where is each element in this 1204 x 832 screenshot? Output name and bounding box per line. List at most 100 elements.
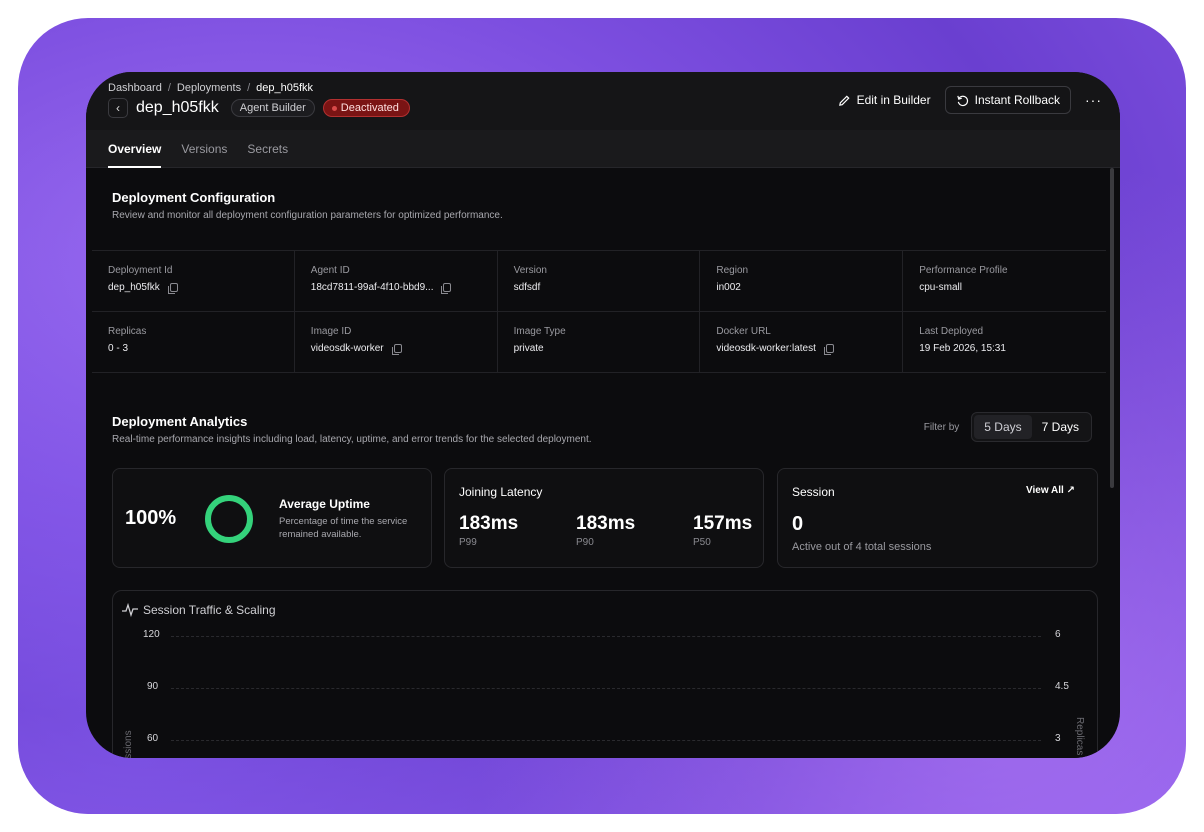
config-value: in002	[716, 282, 741, 293]
y-tick-label: 120	[143, 629, 160, 640]
y-tick-label: 90	[147, 681, 159, 692]
config-label: Image Type	[513, 326, 566, 337]
y2-axis-title: Replicas	[1074, 717, 1085, 756]
copy-icon[interactable]	[823, 344, 834, 355]
breadcrumb-current: dep_h05fkk	[256, 82, 314, 94]
analytics-title: Deployment Analytics	[112, 414, 248, 429]
copy-icon[interactable]	[441, 283, 452, 294]
copy-icon[interactable]	[391, 344, 402, 355]
gridline	[171, 636, 1041, 637]
arrow-up-right-icon: ↗	[1066, 485, 1075, 496]
tab-bar: Overview Versions Secrets	[86, 130, 1120, 168]
breadcrumb: Dashboard / Deployments / dep_h05fkk	[108, 82, 313, 94]
breadcrumb-separator: /	[247, 82, 251, 94]
activity-icon	[122, 602, 138, 618]
latency-p50: 157ms P50	[693, 513, 752, 548]
breadcrumb-separator: /	[167, 82, 171, 94]
status-badge: Deactivated	[322, 99, 410, 117]
config-value: private	[513, 343, 544, 354]
config-row-1: Deployment Id dep_h05fkk Agent ID 18cd7811…	[92, 251, 1106, 311]
latency-p90: 183ms P90	[576, 513, 635, 548]
config-value: videosdk-worker:latest	[716, 343, 816, 354]
instant-rollback-button[interactable]: Instant Rollback	[944, 86, 1071, 114]
config-label: Docker URL	[716, 326, 771, 337]
filter-5-days[interactable]: 5 Days	[974, 415, 1032, 439]
edit-in-builder-button[interactable]: Edit in Builder	[838, 93, 931, 107]
gridline	[171, 740, 1041, 741]
config-value: 19 Feb 2026, 15:31	[919, 343, 1006, 354]
config-cell: Agent ID 18cd7811-99af-4f10-bbd9...	[295, 251, 498, 311]
latency-label: P50	[693, 537, 711, 548]
config-cell: Image Type private	[498, 312, 701, 372]
latency-card: Joining Latency 183ms P99 183ms P90 157ms P…	[444, 468, 764, 568]
page-title: dep_h05fkk	[136, 99, 219, 116]
y2-tick-label: 6	[1055, 629, 1061, 640]
rotate-ccw-icon	[956, 95, 968, 106]
view-all-label: View All	[1026, 485, 1064, 496]
y2-tick-label: 4.5	[1055, 681, 1069, 692]
config-row-2: Replicas 0 - 3 Image ID videosdk-worker Im…	[92, 312, 1106, 372]
uptime-card: 100% Average Uptime Percentage of time t…	[112, 468, 432, 568]
filter-7-days[interactable]: 7 Days	[1032, 415, 1089, 439]
config-label: Deployment Id	[108, 265, 173, 276]
config-value: sdfsdf	[513, 282, 541, 293]
config-label: Replicas	[108, 326, 147, 337]
y2-tick-label: 3	[1055, 733, 1061, 744]
header-bar: Dashboard / Deployments / dep_h05fkk ‹ d…	[86, 72, 1120, 130]
latency-label: P99	[459, 537, 477, 548]
tab-overview[interactable]: Overview	[108, 130, 162, 168]
config-cell: Performance Profile cpu-small	[903, 251, 1106, 311]
gridline	[171, 688, 1041, 689]
more-options-button[interactable]: ···	[1085, 92, 1102, 108]
session-card: Session View All ↗ 0 Active out of 4 tot…	[777, 468, 1098, 568]
uptime-title: Average Uptime	[279, 497, 370, 511]
config-value: dep_h05fkk	[108, 282, 160, 293]
session-count: 0	[792, 513, 804, 535]
config-label: Last Deployed	[919, 326, 984, 337]
config-cell: Replicas 0 - 3	[92, 312, 295, 372]
scrollbar[interactable]	[1110, 168, 1114, 488]
session-traffic-chart: Session Traffic & Scaling 120 90 60 6 4.…	[112, 590, 1098, 758]
app-window: Dashboard / Deployments / dep_h05fkk ‹ d…	[86, 72, 1120, 758]
config-title: Deployment Configuration	[112, 190, 276, 205]
back-button[interactable]: ‹	[108, 98, 128, 118]
config-label: Performance Profile	[919, 265, 1008, 276]
chevron-left-icon: ‹	[116, 101, 120, 115]
config-label: Version	[513, 265, 547, 276]
y-tick-label: 60	[147, 733, 159, 744]
config-value: 18cd7811-99af-4f10-bbd9...	[310, 282, 434, 293]
main-content: Deployment Configuration Review and moni…	[92, 168, 1114, 758]
filter-segmented-control: 5 Days 7 Days	[971, 412, 1092, 442]
config-cell: Image ID videosdk-worker	[295, 312, 498, 372]
config-cell: Deployment Id dep_h05fkk	[92, 251, 295, 311]
title-row: ‹ dep_h05fkk Agent Builder Deactivated	[108, 98, 410, 118]
tab-secrets[interactable]: Secrets	[247, 130, 288, 168]
edit-in-builder-label: Edit in Builder	[856, 93, 931, 107]
config-label: Region	[716, 265, 749, 276]
analytics-description: Real-time performance insights including…	[112, 434, 592, 445]
tab-versions[interactable]: Versions	[181, 130, 227, 168]
chart-title: Session Traffic & Scaling	[143, 603, 276, 617]
status-dot-icon	[331, 105, 337, 111]
config-cell: Last Deployed 19 Feb 2026, 15:31	[903, 312, 1106, 372]
uptime-value: 100%	[125, 507, 177, 529]
latency-value: 157ms	[693, 513, 753, 534]
latency-value: 183ms	[459, 513, 519, 534]
breadcrumb-dashboard[interactable]: Dashboard	[108, 82, 162, 94]
latency-label: P90	[576, 537, 594, 548]
filter-group: Filter by 5 Days 7 Days	[924, 412, 1092, 442]
config-value: cpu-small	[919, 282, 962, 293]
header-actions: Edit in Builder Instant Rollback ···	[838, 86, 1102, 114]
pencil-icon	[838, 94, 850, 106]
breadcrumb-deployments[interactable]: Deployments	[177, 82, 241, 94]
config-cell: Version sdfsdf	[498, 251, 701, 311]
status-badge-label: Deactivated	[340, 102, 399, 114]
uptime-ring-icon	[205, 495, 253, 543]
divider	[92, 372, 1106, 373]
copy-icon[interactable]	[167, 283, 178, 294]
view-all-link[interactable]: View All ↗	[1026, 485, 1075, 496]
instant-rollback-label: Instant Rollback	[974, 93, 1060, 107]
session-description: Active out of 4 total sessions	[792, 541, 932, 553]
latency-value: 183ms	[576, 513, 636, 534]
latency-p99: 183ms P99	[459, 513, 518, 548]
